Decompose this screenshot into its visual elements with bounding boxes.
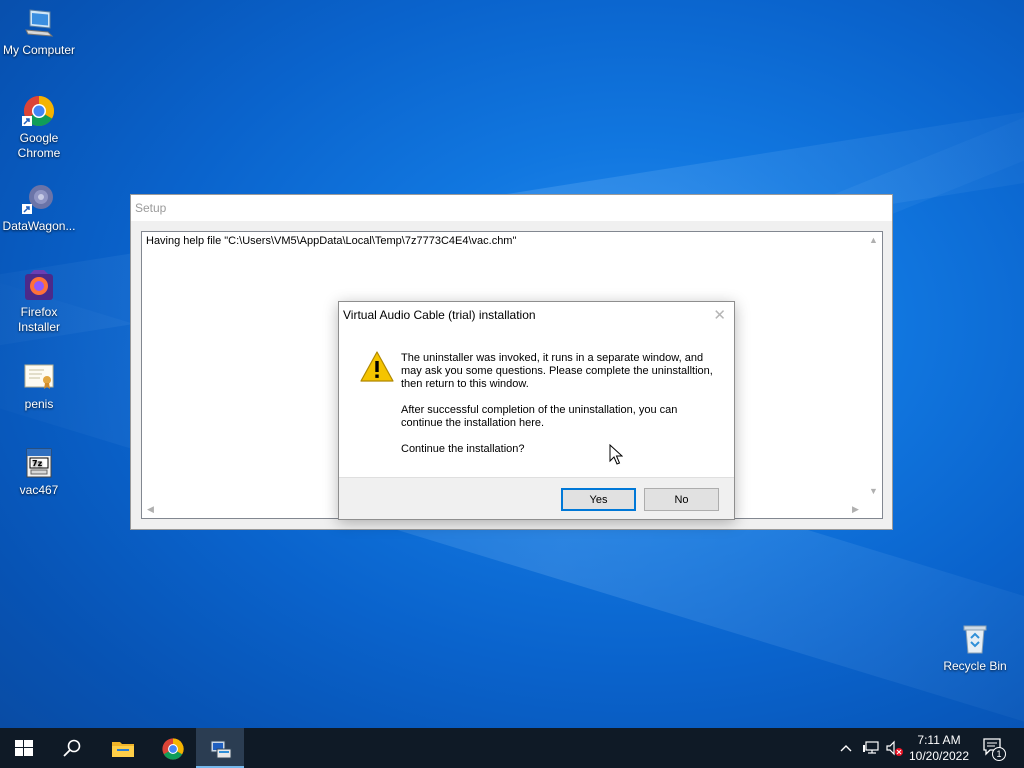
yes-button[interactable]: Yes — [561, 488, 636, 511]
recycle-bin-icon — [958, 622, 992, 656]
taskbar: 7:11 AM 10/20/2022 1 — [0, 728, 1024, 768]
vertical-scrollbar[interactable]: ▲ ▼ — [865, 232, 882, 502]
dialog-button-bar: Yes No — [339, 477, 734, 519]
desktop-icon-label: penis — [24, 397, 54, 411]
close-icon[interactable]: ✕ — [713, 306, 726, 324]
confirm-dialog: Virtual Audio Cable (trial) installation… — [338, 301, 735, 520]
search-icon — [63, 739, 81, 757]
action-center-button[interactable]: 1 — [982, 737, 1010, 761]
firefox-installer-icon — [22, 268, 56, 302]
desktop-icon-google-chrome[interactable]: Google Chrome — [0, 94, 78, 161]
desktop-icon-label: vac467 — [19, 483, 59, 497]
desktop-icon-penis[interactable]: penis — [0, 360, 78, 412]
clock-date: 10/20/2022 — [908, 749, 970, 763]
setup-window-title[interactable]: Setup — [131, 195, 892, 221]
mouse-cursor-icon — [609, 443, 624, 466]
taskbar-clock[interactable]: 7:11 AM 10/20/2022 — [906, 732, 972, 764]
start-icon — [15, 740, 33, 756]
scroll-down-icon[interactable]: ▼ — [869, 486, 878, 496]
desktop-icon-label: Firefox Installer — [17, 305, 61, 334]
scroll-left-icon[interactable]: ◀ — [147, 504, 154, 515]
desktop-icon-vac467[interactable]: 7z vac467 — [0, 446, 78, 498]
7z-archive-icon: 7z — [22, 446, 56, 480]
no-button[interactable]: No — [644, 488, 719, 511]
svg-text:7z: 7z — [32, 459, 43, 468]
dialog-message-paragraph: The uninstaller was invoked, it runs in … — [401, 352, 713, 390]
start-button[interactable] — [0, 728, 48, 768]
desktop-icon-label: Recycle Bin — [943, 659, 1007, 673]
desktop-icon-datawagon[interactable]: DataWagon... — [0, 182, 78, 234]
tray-overflow-chevron-icon[interactable] — [838, 740, 854, 756]
certificate-file-icon — [22, 360, 56, 394]
clock-time: 7:11 AM — [917, 733, 961, 747]
dialog-question: Continue the installation? — [401, 443, 525, 455]
computer-icon — [22, 6, 56, 40]
file-explorer-icon — [112, 742, 134, 757]
taskbar-setup-app[interactable] — [196, 728, 244, 768]
datawagon-icon — [22, 182, 56, 216]
desktop-icon-firefox-installer[interactable]: Firefox Installer — [0, 268, 78, 335]
network-icon[interactable] — [862, 740, 880, 756]
scroll-up-icon[interactable]: ▲ — [869, 235, 878, 245]
desktop-icon-recycle-bin[interactable]: Recycle Bin — [936, 622, 1014, 674]
taskbar-chrome[interactable] — [148, 728, 196, 768]
setup-app-icon — [210, 740, 232, 759]
setup-log-line: Having help file "C:\Users\VM5\AppData\L… — [146, 235, 517, 247]
volume-muted-icon[interactable] — [885, 740, 905, 758]
desktop-icon-my-computer[interactable]: My Computer — [0, 6, 78, 58]
scroll-right-icon[interactable]: ▶ — [852, 504, 859, 515]
dialog-title: Virtual Audio Cable (trial) installation — [343, 308, 536, 322]
chrome-icon — [22, 94, 56, 128]
dialog-message: The uninstaller was invoked, it runs in … — [401, 352, 721, 469]
dialog-message-paragraph: After successful completion of the unins… — [401, 404, 678, 429]
search-button[interactable] — [48, 728, 96, 768]
notification-count-badge: 1 — [992, 747, 1006, 761]
taskbar-file-explorer[interactable] — [98, 728, 146, 768]
chrome-icon — [162, 738, 184, 760]
desktop-icon-label: Google Chrome — [17, 131, 61, 160]
desktop-icon-label: DataWagon... — [2, 219, 76, 233]
warning-icon — [360, 351, 394, 383]
desktop-icon-label: My Computer — [2, 43, 76, 57]
